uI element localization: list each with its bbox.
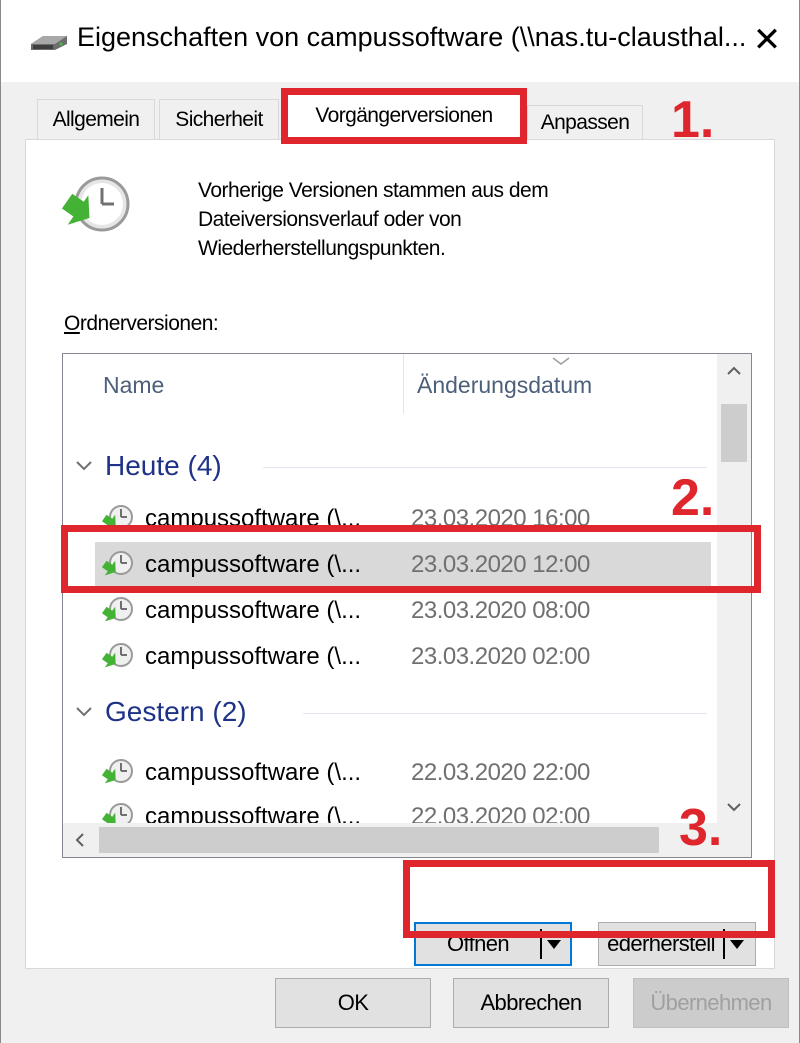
dropdown-arrow-icon[interactable] <box>725 939 749 949</box>
version-row[interactable]: campussoftware (\... 22.03.2020 22:00 <box>95 750 711 794</box>
tab-anpassen[interactable]: Anpassen <box>527 105 643 139</box>
history-clock-icon <box>61 176 130 232</box>
close-button[interactable]: ✕ <box>741 14 793 66</box>
version-name: campussoftware (\... <box>145 759 362 786</box>
annotation-label-1: 1. <box>671 91 715 149</box>
version-date: 23.03.2020 02:00 <box>411 643 590 670</box>
tab-allgemein[interactable]: Allgemein <box>37 99 155 139</box>
list-label-accelerator: O <box>64 312 80 335</box>
vertical-scroll-thumb[interactable] <box>721 404 747 462</box>
horizontal-scroll-thumb[interactable] <box>99 827 659 853</box>
version-name: campussoftware (\... <box>145 597 362 624</box>
ok-button[interactable]: OK <box>275 978 431 1028</box>
version-row[interactable]: campussoftware (\... 23.03.2020 08:00 <box>95 588 711 632</box>
group-title: Gestern (2) <box>105 696 247 727</box>
group-divider <box>303 713 707 714</box>
version-row[interactable]: campussoftware (\... 23.03.2020 02:00 <box>95 634 711 678</box>
close-icon: ✕ <box>752 21 782 59</box>
sort-chevron-icon <box>552 357 570 365</box>
properties-dialog: Eigenschaften von campussoftware (\\nas.… <box>0 0 800 1043</box>
description-text: Vorherige Versionen stammen aus dem Date… <box>198 179 549 260</box>
chevron-down-icon <box>76 461 92 471</box>
group-heute[interactable]: Heute (4) <box>75 448 222 484</box>
group-divider <box>263 467 707 468</box>
list-label: Ordnerversionen: <box>64 312 219 336</box>
list-label-rest: rdnerversionen: <box>79 312 219 335</box>
column-separator <box>403 354 404 414</box>
annotation-label-2: 2. <box>671 469 715 527</box>
group-gestern[interactable]: Gestern (2) <box>75 694 247 730</box>
version-name: campussoftware (\... <box>145 643 362 670</box>
version-date: 22.03.2020 22:00 <box>411 759 590 786</box>
version-clock-icon <box>101 643 133 668</box>
dialog-body: Allgemein Sicherheit Vorgängerversionen … <box>1 82 799 1043</box>
drive-icon <box>31 36 67 50</box>
scroll-up-icon[interactable] <box>717 354 751 388</box>
chevron-down-icon <box>76 707 92 717</box>
annotation-box-2 <box>61 525 761 593</box>
apply-button: Übernehmen <box>633 978 789 1028</box>
version-clock-icon <box>101 759 133 784</box>
annotation-box-3 <box>403 860 775 938</box>
window-title: Eigenschaften von campussoftware (\\nas.… <box>77 22 747 52</box>
group-title: Heute (4) <box>105 450 222 481</box>
column-header-name[interactable]: Name <box>103 372 164 399</box>
dropdown-arrow-icon[interactable] <box>542 939 566 949</box>
title-bar: Eigenschaften von campussoftware (\\nas.… <box>1 0 799 82</box>
version-date: 23.03.2020 08:00 <box>411 597 590 624</box>
annotation-box-1 <box>281 88 527 144</box>
version-clock-icon <box>101 597 133 622</box>
tab-sicherheit[interactable]: Sicherheit <box>159 99 279 139</box>
scroll-left-icon[interactable] <box>63 823 97 857</box>
annotation-label-3: 3. <box>679 799 723 857</box>
column-header-date[interactable]: Änderungsdatum <box>417 372 592 399</box>
cancel-button[interactable]: Abbrechen <box>453 978 609 1028</box>
versions-list[interactable]: Name Änderungsdatum Heute (4) campussoft… <box>62 353 752 858</box>
horizontal-scrollbar[interactable] <box>63 823 719 857</box>
